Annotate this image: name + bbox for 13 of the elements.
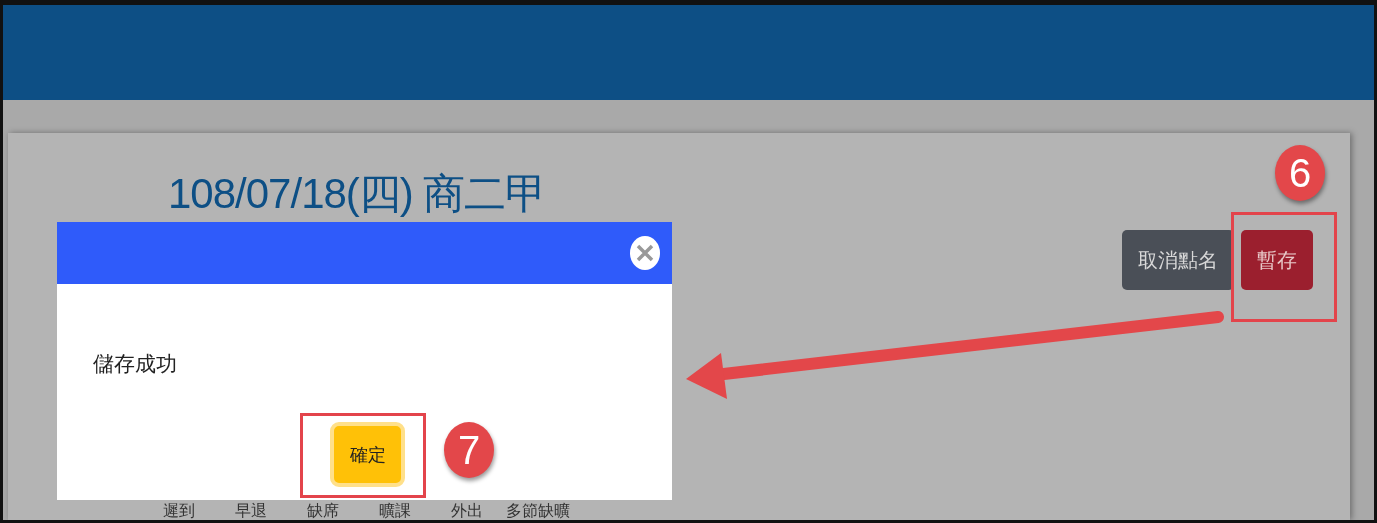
- page-title: 108/07/18(四) 商二甲: [168, 169, 547, 219]
- close-icon: [635, 243, 655, 263]
- dialog-message: 儲存成功: [93, 351, 178, 378]
- cancel-button[interactable]: 取消點名: [1122, 230, 1234, 290]
- column-header: 缺席: [307, 502, 340, 520]
- column-header: 多節缺曠: [506, 502, 571, 520]
- column-header: 遲到: [163, 502, 196, 520]
- column-header: 曠課: [379, 502, 412, 520]
- column-header: 外出: [451, 502, 484, 520]
- column-header: 早退: [235, 502, 268, 520]
- confirm-button[interactable]: 確定: [330, 422, 405, 487]
- save-button[interactable]: 暫存: [1241, 230, 1313, 290]
- close-button[interactable]: [630, 236, 660, 270]
